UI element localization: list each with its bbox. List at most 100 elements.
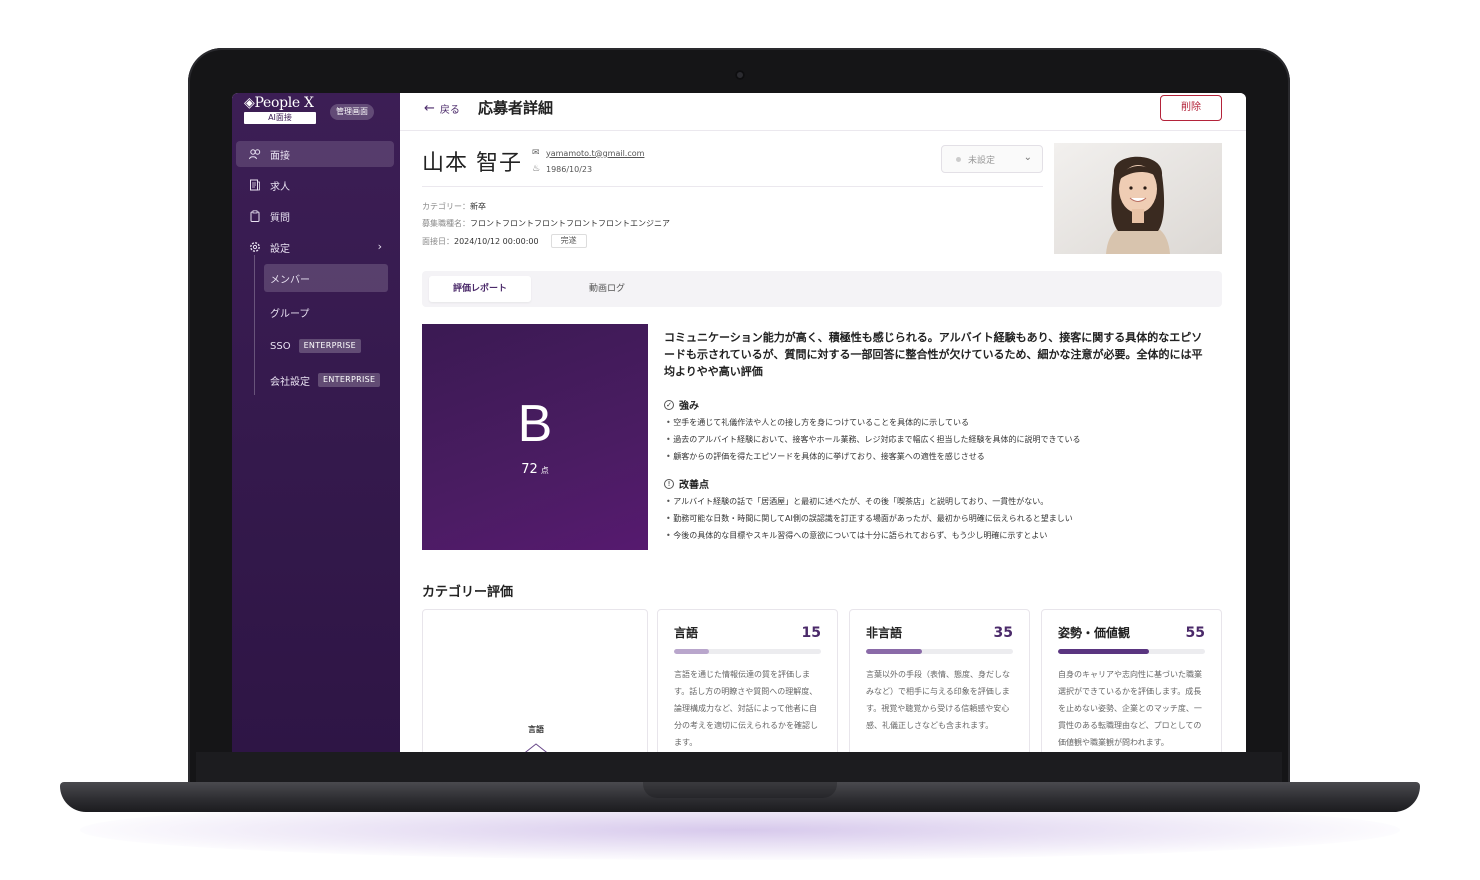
top-bar: ← 戻る 応募者詳細 削除 [400, 93, 1246, 131]
clipboard-icon [248, 209, 262, 223]
category-description: 言語を通じた情報伝達の質を評価します。話し方の明瞭さや質問への理解度、論理構成力… [674, 670, 818, 747]
radar-axis-label: 言語 [528, 725, 544, 734]
sidebar-item-label: 求人 [270, 181, 290, 193]
tab-video-log[interactable]: 動画ログ [556, 276, 658, 302]
category-card-nonverbal: 非言語 35 言葉以外の手段（表情、態度、身だしなみなど）で相手に与える印象を評… [849, 609, 1030, 752]
score-bar-fill [674, 649, 710, 654]
gear-icon [248, 240, 262, 254]
sidebar-subitem-label: 会社設定 [270, 376, 310, 388]
submenu-line [254, 255, 255, 395]
chevron-right-icon: › [377, 240, 382, 253]
summary-text: コミュニケーション能力が高く、積極性も感じられる。アルバイト経験もあり、接客に関… [664, 331, 1203, 378]
score-value: 72 [521, 462, 538, 477]
delete-button[interactable]: 削除 [1160, 95, 1222, 121]
category-card-attitude: 姿勢・価値観 55 自身のキャリアや志向性に基づいた職業選択ができているかを評価… [1041, 609, 1222, 752]
score-bar [866, 649, 1013, 654]
arrow-left-icon: ← [424, 101, 435, 116]
meta-label: 募集職種名： [422, 219, 470, 228]
webcam [735, 70, 745, 80]
category-description: 自身のキャリアや志向性に基づいた職業選択ができているかを評価します。成長を止めな… [1058, 670, 1202, 747]
status-value: 未設定 [968, 155, 996, 166]
status-badge: 完遂 [550, 234, 587, 248]
improvements-title: ! 改善点 [664, 476, 709, 491]
tab-bar: 評価レポート 動画ログ [422, 271, 1222, 307]
score-bar [674, 649, 821, 654]
list-item: アルバイト経験の話で「居酒屋」と最初に述べたが、その後「喫茶店」と説明しており、… [666, 493, 1226, 510]
check-circle-icon: ✓ [664, 399, 674, 410]
email-link[interactable]: yamamoto.t@gmail.com [546, 149, 644, 158]
list-item: 勤務可能な日数・時間に関してAI側の誤認識を訂正する場面があったが、最初から明確… [666, 510, 1226, 527]
grade-letter: B [517, 395, 553, 453]
sidebar-item-questions[interactable]: 質問 [236, 203, 394, 229]
category-card-language: 言語 15 言語を通じた情報伝達の質を評価します。話し方の明瞭さや質問への理解度… [657, 609, 838, 752]
birthdate: 1986/10/23 [546, 164, 593, 174]
screen: ◈People X AI面接 管理画面 面接 求人 質問 設定 › メンバー グ… [232, 93, 1246, 752]
logo-subtitle: AI面接 [244, 112, 316, 124]
grade-card: B 72 点 [422, 324, 648, 550]
sidebar-subitem-sso[interactable]: SSO ENTERPRISE [264, 332, 388, 360]
radar-shape [525, 743, 547, 752]
sidebar-item-settings[interactable]: 設定 › [236, 234, 394, 260]
admin-badge: 管理画面 [330, 104, 374, 120]
meta-category: カテゴリー： 新卒 [422, 201, 486, 212]
score-bar-fill [866, 649, 922, 654]
radar-chart-card: 言語 [422, 609, 648, 752]
applicant-name: 山本 智子 [422, 151, 522, 176]
logo[interactable]: ◈People X AI面接 [244, 95, 322, 124]
back-link[interactable]: ← 戻る [424, 101, 460, 116]
tab-evaluation-report[interactable]: 評価レポート [429, 276, 531, 302]
main-content: ← 戻る 応募者詳細 削除 山本 智子 ✉ yamamoto.t@gmail.co… [400, 93, 1246, 752]
category-score: 35 [993, 625, 1013, 641]
laptop-bezel [196, 752, 1282, 782]
sidebar-subitem-label: グループ [270, 308, 310, 320]
meta-value: 2024/10/12 00:00:00 [454, 236, 539, 246]
category-name: 非言語 [866, 626, 903, 640]
sidebar-subitem-members[interactable]: メンバー [264, 264, 388, 292]
enterprise-badge: ENTERPRISE [318, 373, 381, 387]
sidebar-subitem-groups[interactable]: グループ [264, 298, 388, 326]
info-circle-icon: ! [664, 478, 674, 489]
document-icon [248, 178, 262, 192]
strengths-list: 空手を通じて礼儀作法や人との接し方を身につけていることを具体的に示している 過去… [666, 414, 1226, 465]
sidebar-item-interview[interactable]: 面接 [236, 141, 394, 167]
grade-score: 72 点 [422, 462, 648, 477]
list-item: 空手を通じて礼儀作法や人との接し方を身につけていることを具体的に示している [666, 414, 1226, 431]
back-label: 戻る [439, 105, 460, 116]
page-title: 応募者詳細 [478, 99, 554, 117]
divider [422, 186, 1043, 187]
strengths-title: ✓ 強み [664, 397, 699, 412]
improvements-list: アルバイト経験の話で「居酒屋」と最初に述べたが、その後「喫茶店」と説明しており、… [666, 493, 1226, 544]
sidebar-item-label: 設定 [270, 243, 290, 255]
enterprise-badge: ENTERPRISE [298, 339, 361, 353]
laptop-notch [643, 782, 837, 798]
meta-label: 面接日： [422, 236, 454, 246]
list-item: 顧客からの評価を得たエピソードを具体的に挙げており、接客業への適性を感じさせる [666, 448, 1226, 465]
category-name: 姿勢・価値観 [1058, 626, 1131, 640]
category-score: 55 [1185, 625, 1205, 641]
category-name: 言語 [674, 626, 699, 640]
sidebar-subitem-label: メンバー [270, 274, 310, 286]
meta-position: 募集職種名： フロントフロントフロントフロントフロントエンジニア [422, 218, 670, 229]
laptop-mockup: ◈People X AI面接 管理画面 面接 求人 質問 設定 › メンバー グ… [0, 0, 1480, 880]
sidebar-item-label: 面接 [270, 150, 290, 162]
logo-text: ◈People X [244, 95, 314, 111]
sidebar-item-label: 質問 [270, 212, 290, 224]
list-item: 過去のアルバイト経験において、接客やホール業務、レジ対応まで幅広く担当した経験を… [666, 431, 1226, 448]
score-unit: 点 [540, 466, 549, 475]
status-select[interactable]: 未設定 ⌄ [941, 145, 1043, 173]
category-description: 言葉以外の手段（表情、態度、身だしなみなど）で相手に与える印象を評価します。視覚… [866, 670, 1010, 730]
meta-value: 新卒 [470, 202, 486, 211]
category-score: 15 [801, 625, 821, 641]
logo-mark-icon: ◈ [244, 95, 255, 111]
score-bar [1058, 649, 1205, 654]
meta-label: カテゴリー： [422, 202, 470, 211]
mail-icon: ✉ [532, 148, 540, 158]
sidebar: ◈People X AI面接 管理画面 面接 求人 質問 設定 › メンバー グ… [232, 93, 400, 752]
sidebar-subitem-label: SSO [270, 340, 291, 352]
list-item: 今後の具体的な目標やスキル習得への意欲については十分に語られておらず、もう少し明… [666, 527, 1226, 544]
applicant-photo [1054, 143, 1222, 254]
chevron-down-icon: ⌄ [1023, 152, 1032, 163]
sidebar-item-jobs[interactable]: 求人 [236, 172, 394, 198]
cake-icon: ♨ [532, 164, 541, 174]
sidebar-subitem-company-settings[interactable]: 会社設定 ENTERPRISE [264, 366, 388, 394]
